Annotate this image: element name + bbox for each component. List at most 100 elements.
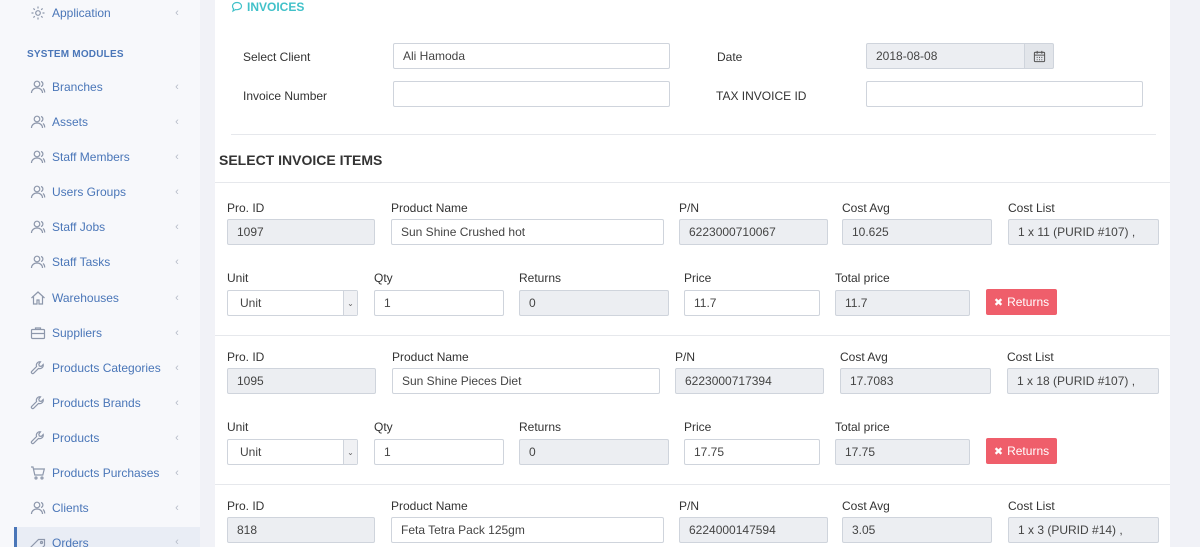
users-icon xyxy=(28,252,48,272)
users-icon xyxy=(28,77,48,97)
sidebar-item-label: Staff Tasks xyxy=(52,255,111,269)
select-client-label: Select Client xyxy=(243,50,311,64)
chevron-left-icon: ‹ xyxy=(175,256,179,268)
cost-list-field[interactable]: 1 x 3 (PURID #14) , xyxy=(1008,517,1159,543)
pn-label: P/N xyxy=(675,350,696,364)
unit-select[interactable]: Unit ⌄ xyxy=(227,290,358,316)
select-client-input[interactable]: Ali Hamoda xyxy=(393,43,670,69)
chevron-left-icon: ‹ xyxy=(175,81,179,93)
product-name-field[interactable]: Sun Shine Pieces Diet xyxy=(392,368,660,394)
sidebar-item-products-brands[interactable]: Products Brands ‹ xyxy=(14,387,200,419)
pro-id-label: Pro. ID xyxy=(227,499,265,513)
sidebar-item-label: Users Groups xyxy=(52,185,127,199)
cost-avg-field[interactable]: 17.7083 xyxy=(840,368,991,394)
returns-field[interactable]: 0 xyxy=(519,290,669,316)
chevron-left-icon: ‹ xyxy=(175,292,179,304)
chevron-left-icon: ‹ xyxy=(175,362,179,374)
product-name-label: Product Name xyxy=(392,350,469,364)
cost-avg-label: Cost Avg xyxy=(840,350,888,364)
unit-select-value: Unit xyxy=(240,296,262,310)
product-name-field[interactable]: Feta Tetra Pack 125gm xyxy=(391,517,664,543)
section-title: SELECT INVOICE ITEMS xyxy=(219,152,383,168)
date-picker-button[interactable] xyxy=(1024,43,1054,69)
total-price-field[interactable]: 17.75 xyxy=(835,439,970,465)
pn-label: P/N xyxy=(679,201,700,215)
invoice-panel: INVOICES Select Client Ali Hamoda Date 2… xyxy=(215,0,1170,547)
sidebar-item-label: Orders xyxy=(52,536,89,547)
wrench-icon xyxy=(28,358,48,378)
cost-avg-field[interactable]: 10.625 xyxy=(842,219,992,245)
sidebar-item-label: Application xyxy=(52,6,111,20)
returns-field[interactable]: 0 xyxy=(519,439,669,465)
cost-avg-label: Cost Avg xyxy=(842,499,890,513)
price-label: Price xyxy=(684,420,712,434)
total-price-field[interactable]: 11.7 xyxy=(835,290,970,316)
price-field[interactable]: 11.7 xyxy=(684,290,820,316)
qty-label: Qty xyxy=(374,420,393,434)
unit-label: Unit xyxy=(227,420,249,434)
unit-select[interactable]: Unit ⌄ xyxy=(227,439,358,465)
divider xyxy=(231,134,1156,135)
users-icon xyxy=(28,182,48,202)
sidebar-item-application[interactable]: Application ‹ xyxy=(14,0,200,29)
returns-button-label: Returns xyxy=(1007,295,1050,309)
chevron-down-icon: ⌄ xyxy=(343,440,357,464)
returns-button[interactable]: ✖ Returns xyxy=(986,438,1057,464)
tax-invoice-input[interactable] xyxy=(866,81,1143,107)
pro-id-field[interactable]: 1097 xyxy=(227,219,375,245)
product-name-field[interactable]: Sun Shine Crushed hot xyxy=(391,219,664,245)
sidebar-item-warehouses[interactable]: Warehouses ‹ xyxy=(14,282,200,314)
sidebar-item-products-purchases[interactable]: Products Purchases ‹ xyxy=(14,457,200,489)
date-label: Date xyxy=(717,50,743,64)
users-icon xyxy=(28,112,48,132)
close-icon: ✖ xyxy=(993,296,1004,309)
pro-id-field[interactable]: 818 xyxy=(227,517,375,543)
sidebar-item-suppliers[interactable]: Suppliers ‹ xyxy=(14,317,200,349)
invoice-number-label: Invoice Number xyxy=(243,89,328,103)
panel-title-text: INVOICES xyxy=(247,0,305,14)
sidebar-item-assets[interactable]: Assets ‹ xyxy=(14,106,200,138)
cost-list-label: Cost List xyxy=(1007,350,1054,364)
pn-field[interactable]: 6224000147594 xyxy=(679,517,828,543)
price-field[interactable]: 17.75 xyxy=(684,439,820,465)
sidebar-item-staff-tasks[interactable]: Staff Tasks ‹ xyxy=(14,246,200,278)
wrench-icon xyxy=(28,393,48,413)
invoice-number-input[interactable] xyxy=(393,81,670,107)
sidebar-item-orders[interactable]: Orders ‹ xyxy=(14,527,200,547)
chevron-left-icon: ‹ xyxy=(175,467,179,479)
qty-field[interactable]: 1 xyxy=(374,439,504,465)
sidebar-item-clients[interactable]: Clients ‹ xyxy=(14,492,200,524)
chevron-left-icon: ‹ xyxy=(175,327,179,339)
pn-field[interactable]: 6223000710067 xyxy=(679,219,828,245)
pro-id-field[interactable]: 1095 xyxy=(227,368,376,394)
users-icon xyxy=(28,498,48,518)
home-icon xyxy=(28,288,48,308)
cost-list-field[interactable]: 1 x 11 (PURID #107) , xyxy=(1008,219,1159,245)
sidebar-item-products-categories[interactable]: Products Categories ‹ xyxy=(14,352,200,384)
pro-id-label: Pro. ID xyxy=(227,201,265,215)
close-icon: ✖ xyxy=(993,445,1004,458)
divider xyxy=(215,182,1170,183)
returns-label: Returns xyxy=(519,271,562,285)
returns-button[interactable]: ✖ Returns xyxy=(986,289,1057,315)
qty-field[interactable]: 1 xyxy=(374,290,504,316)
sidebar-item-staff-members[interactable]: Staff Members ‹ xyxy=(14,141,200,173)
chevron-left-icon: ‹ xyxy=(175,151,179,163)
product-name-label: Product Name xyxy=(391,499,468,513)
sidebar-item-staff-jobs[interactable]: Staff Jobs ‹ xyxy=(14,211,200,243)
cost-list-field[interactable]: 1 x 18 (PURID #107) , xyxy=(1007,368,1159,394)
sidebar-item-products[interactable]: Products ‹ xyxy=(14,422,200,454)
date-input[interactable]: 2018-08-08 xyxy=(866,43,1026,69)
pn-field[interactable]: 6223000717394 xyxy=(675,368,824,394)
sidebar-item-users-groups[interactable]: Users Groups ‹ xyxy=(14,176,200,208)
calendar-icon xyxy=(1033,50,1045,62)
sidebar-item-branches[interactable]: Branches ‹ xyxy=(14,71,200,103)
product-name-label: Product Name xyxy=(391,201,468,215)
users-icon xyxy=(28,147,48,167)
returns-button-label: Returns xyxy=(1007,444,1050,458)
price-label: Price xyxy=(684,271,712,285)
cost-avg-field[interactable]: 3.05 xyxy=(842,517,992,543)
tag-icon xyxy=(28,536,48,547)
wrench-icon xyxy=(28,428,48,448)
briefcase-icon xyxy=(28,323,48,343)
